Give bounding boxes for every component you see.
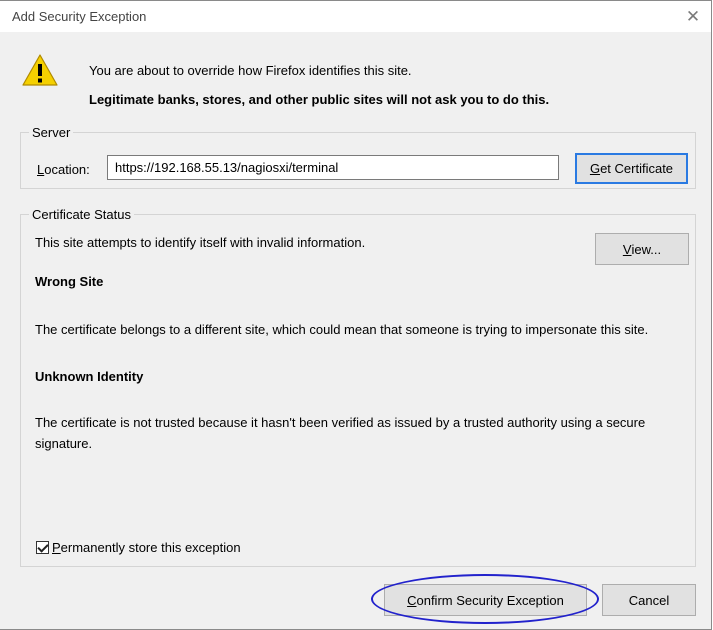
view-button[interactable]: View... — [595, 233, 689, 265]
location-input[interactable] — [107, 155, 559, 180]
location-label: Location: — [37, 162, 90, 177]
permanent-store-row[interactable]: Permanently store this exception — [36, 540, 241, 555]
window-title: Add Security Exception — [12, 9, 147, 24]
confirm-security-exception-button[interactable]: Confirm Security Exception — [384, 584, 587, 616]
certificate-status-legend: Certificate Status — [32, 207, 131, 222]
title-bar: Add Security Exception ✕ — [0, 1, 711, 32]
close-icon: ✕ — [685, 7, 701, 26]
wrong-site-text: The certificate belongs to a different s… — [35, 322, 649, 337]
intro-message: You are about to override how Firefox id… — [89, 63, 412, 78]
cancel-button[interactable]: Cancel — [602, 584, 696, 616]
permanent-store-checkbox[interactable] — [36, 541, 49, 554]
wrong-site-heading: Wrong Site — [35, 274, 104, 289]
get-certificate-button[interactable]: Get Certificate — [575, 153, 688, 184]
unknown-identity-text: The certificate is not trusted because i… — [35, 415, 646, 451]
unknown-identity-heading: Unknown Identity — [35, 369, 144, 384]
warning-icon — [22, 54, 58, 86]
intro-warning: Legitimate banks, stores, and other publ… — [89, 92, 550, 107]
server-legend: Server — [32, 125, 71, 140]
add-security-exception-dialog: Add Security Exception ✕ You are about t… — [0, 0, 712, 630]
permanent-store-label[interactable]: Permanently store this exception — [52, 540, 241, 555]
status-summary: This site attempts to identify itself wi… — [35, 235, 366, 250]
close-button[interactable]: ✕ — [679, 5, 707, 29]
